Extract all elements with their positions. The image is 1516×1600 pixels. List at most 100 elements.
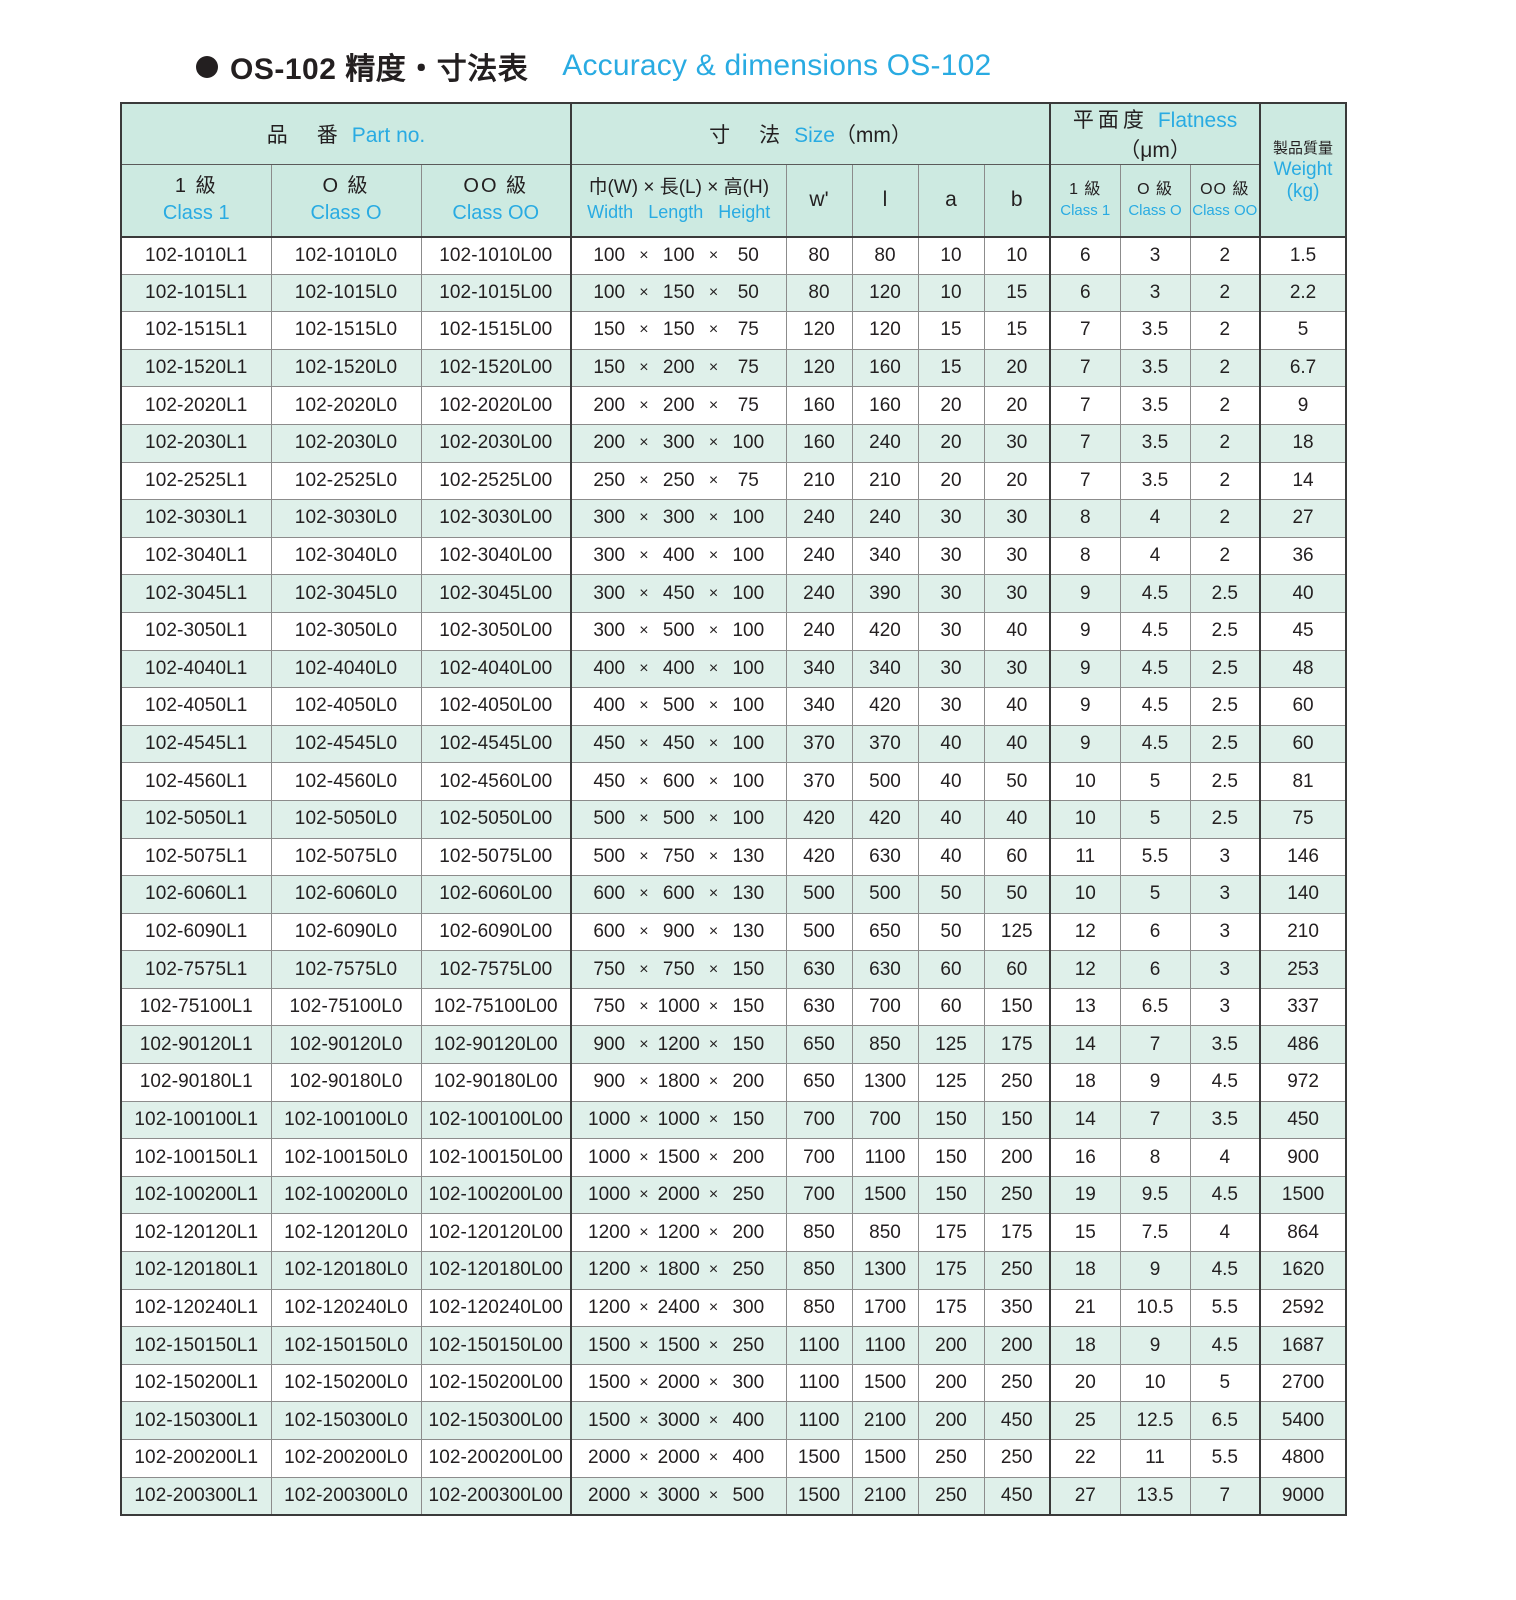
- cell-partno-class00: 102-120240L00: [420, 1288, 572, 1328]
- cell-partno-class00: 102-1515L00: [420, 311, 572, 350]
- cell-a: 30: [917, 499, 985, 538]
- cell-a: 250: [917, 1476, 985, 1516]
- cell-size-length: 300: [662, 432, 695, 454]
- cell-partno-class00: 102-3030L00: [420, 499, 572, 538]
- table-row: 102-1515L1 102-1515L0 102-1515L00 150 × 150 × 7…: [120, 311, 1347, 350]
- cell-flatness-class00: 2.5: [1189, 649, 1261, 689]
- cell-flatness-class1: 11: [1049, 837, 1121, 877]
- cell-size-wlh: 250 × 250 × 75: [570, 461, 787, 501]
- cell-wprime: 850: [785, 1251, 853, 1290]
- cell-flatness-class0: 9: [1119, 1326, 1191, 1365]
- cell-size-wlh: 300 × 400 × 100: [570, 536, 787, 576]
- cell-size-height: 100: [732, 733, 765, 755]
- size-multiply-icon: ×: [639, 922, 649, 940]
- cell-size-height: 200: [732, 1146, 765, 1168]
- table-row: 102-2030L1 102-2030L0 102-2030L00 200 × 300 × 1…: [120, 423, 1347, 463]
- cell-b: 40: [983, 687, 1051, 726]
- header-partno-class0-jp: O 級: [322, 175, 370, 198]
- cell-flatness-class0: 6: [1119, 950, 1191, 989]
- cell-size-wlh: 1000 × 1500 × 200: [570, 1138, 787, 1177]
- cell-a: 40: [917, 837, 985, 877]
- cell-l: 700: [851, 987, 919, 1027]
- header-group-weight: 製品質量 Weight (kg): [1259, 102, 1347, 237]
- table-row: 102-4040L1 102-4040L0 102-4040L00 400 × 400 × 1…: [120, 649, 1347, 689]
- cell-flatness-class0: 4.5: [1119, 649, 1191, 689]
- size-multiply-icon: ×: [708, 283, 719, 301]
- cell-partno-class1: 102-4040L1: [120, 649, 272, 689]
- cell-flatness-class0: 10: [1119, 1363, 1191, 1403]
- cell-partno-class1: 102-90180L1: [120, 1063, 272, 1102]
- cell-l: 120: [851, 311, 919, 350]
- cell-size-width: 250: [593, 469, 626, 491]
- header-l-jp: 長(L): [659, 176, 702, 198]
- cell-weight: 1620: [1259, 1251, 1347, 1290]
- header-sub-row: 1 級 Class 1 O 級 Class O OO 級 Class OO 巾(…: [120, 164, 1346, 237]
- cell-l: 370: [851, 724, 919, 764]
- cell-partno-class0: 102-3045L0: [270, 574, 422, 613]
- cell-weight: 146: [1259, 837, 1347, 877]
- cell-l: 500: [851, 762, 919, 801]
- cell-size-wlh: 100 × 150 × 50: [570, 273, 787, 313]
- cell-size-length: 1500: [657, 1334, 700, 1356]
- cell-a: 40: [917, 799, 985, 839]
- size-multiply-icon: ×: [708, 1336, 719, 1354]
- cell-size-wlh: 1200 × 1200 × 200: [570, 1213, 787, 1253]
- size-multiply-icon: ×: [708, 659, 719, 677]
- cell-flatness-class00: 2: [1189, 348, 1261, 388]
- cell-partno-class1: 102-200300L1: [120, 1476, 272, 1516]
- table-row: 102-5075L1 102-5075L0 102-5075L00 500 × 750 × 1…: [120, 837, 1347, 877]
- cell-size-length: 100: [662, 244, 695, 266]
- cell-flatness-class00: 2: [1189, 461, 1261, 501]
- cell-size-height: 400: [732, 1447, 765, 1469]
- cell-wprime: 700: [785, 1138, 853, 1177]
- cell-partno-class0: 102-150300L0: [270, 1401, 422, 1440]
- size-multiply-icon: ×: [708, 922, 719, 940]
- cell-flatness-class1: 16: [1049, 1138, 1121, 1177]
- cell-wprime: 240: [785, 611, 853, 651]
- table-row: 102-100150L1 102-100150L0 102-100150L00 100…: [120, 1138, 1347, 1177]
- cell-size-wlh: 1500 × 1500 × 250: [570, 1326, 787, 1365]
- cell-a: 60: [917, 987, 985, 1027]
- cell-flatness-class1: 25: [1049, 1401, 1121, 1440]
- size-multiply-icon: ×: [639, 509, 649, 527]
- cell-size-length: 1500: [657, 1146, 700, 1168]
- cell-size-width: 1500: [588, 1334, 631, 1356]
- cell-flatness-class00: 4.5: [1189, 1251, 1261, 1290]
- table-row: 102-1010L1 102-1010L0 102-1010L00 100 × 100 × 5…: [120, 235, 1347, 275]
- cell-flatness-class1: 6: [1049, 235, 1121, 275]
- cell-wprime: 370: [785, 762, 853, 801]
- cell-wprime: 1100: [785, 1363, 853, 1403]
- table-row: 102-4050L1 102-4050L0 102-4050L00 400 × 500 × 1…: [120, 687, 1347, 726]
- cell-size-width: 1200: [588, 1259, 631, 1281]
- header-flatness-class0: O 級 Class O: [1119, 164, 1191, 237]
- cell-size-height: 130: [732, 883, 765, 905]
- cell-flatness-class0: 3.5: [1119, 348, 1191, 388]
- cell-partno-class0: 102-100100L0: [270, 1100, 422, 1140]
- cell-wprime: 80: [785, 273, 853, 313]
- size-multiply-icon: ×: [708, 1073, 719, 1091]
- cell-partno-class1: 102-6060L1: [120, 875, 272, 914]
- size-multiply-icon: ×: [708, 847, 719, 865]
- size-multiply-icon: ×: [708, 509, 719, 527]
- cell-partno-class00: 102-120180L00: [420, 1251, 572, 1290]
- cell-flatness-class0: 3: [1119, 273, 1191, 313]
- cell-b: 40: [983, 611, 1051, 651]
- cell-partno-class0: 102-100150L0: [270, 1138, 422, 1177]
- cell-weight: 253: [1259, 950, 1347, 989]
- size-multiply-icon: ×: [708, 960, 719, 978]
- cell-b: 15: [983, 273, 1051, 313]
- cell-flatness-class00: 3: [1189, 875, 1261, 914]
- cell-flatness-class0: 5.5: [1119, 837, 1191, 877]
- cell-wprime: 210: [785, 461, 853, 501]
- cell-flatness-class00: 5: [1189, 1363, 1261, 1403]
- table-row: 102-5050L1 102-5050L0 102-5050L00 500 × 500 × 1…: [120, 799, 1347, 839]
- cell-l: 420: [851, 799, 919, 839]
- cell-partno-class1: 102-200200L1: [120, 1439, 272, 1478]
- cell-a: 250: [917, 1439, 985, 1478]
- table-row: 102-150150L1 102-150150L0 102-150150L00 150…: [120, 1326, 1347, 1365]
- cell-partno-class0: 102-120180L0: [270, 1251, 422, 1290]
- cell-flatness-class00: 7: [1189, 1476, 1261, 1516]
- cell-flatness-class1: 9: [1049, 724, 1121, 764]
- cell-a: 10: [917, 235, 985, 275]
- cell-size-wlh: 500 × 500 × 100: [570, 799, 787, 839]
